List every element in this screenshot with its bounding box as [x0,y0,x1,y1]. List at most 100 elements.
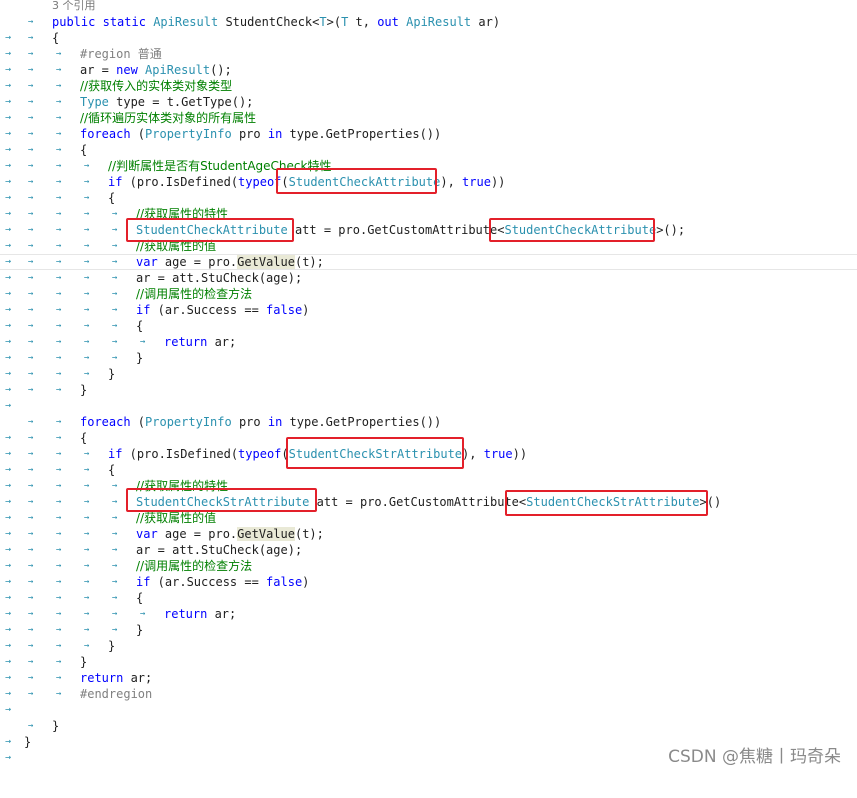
whitespace-arrow-icon: → [28,353,34,363]
code-text: if (ar.Success == false) [136,575,310,589]
annotation-box-typeof-attribute [276,168,437,194]
whitespace-arrow-icon: → [112,305,118,315]
region-directive[interactable]: #region 普通 [80,46,162,62]
whitespace-arrow-icon: → [84,337,90,347]
code-line: → → → → → if (ar.Success == false) [0,574,857,603]
code-text: public static ApiResult StudentCheck<T>(… [52,15,501,29]
whitespace-arrow-icon: → [28,161,34,171]
code-comment: //调用属性的检查方法 [136,559,253,573]
endregion-directive[interactable]: #endregion [80,686,152,702]
code-text: } [80,383,88,397]
code-line: → → → foreach (PropertyInfo pro in type.… [0,414,857,443]
code-text: { [52,31,60,45]
whitespace-arrow-icon: → [140,337,146,347]
whitespace-arrow-icon: → [112,529,118,539]
whitespace-arrow-icon: → [28,193,34,203]
whitespace-arrow-icon: → [28,289,34,299]
whitespace-arrow-icon: → [56,625,62,635]
whitespace-arrow-icon: → [28,49,34,59]
code-line: → → → → → //调用属性的检查方法 [0,558,857,587]
whitespace-arrow-icon: → [28,321,34,331]
whitespace-arrow-icon: → [56,433,62,443]
whitespace-arrow-icon: → [56,305,62,315]
whitespace-arrow-icon: → [84,593,90,603]
whitespace-arrow-icon: → [84,529,90,539]
code-text: foreach (PropertyInfo pro in type.GetPro… [80,415,442,429]
whitespace-arrow-icon: → [84,161,90,171]
whitespace-arrow-icon: → [56,385,62,395]
code-line: → → → } [0,654,857,683]
whitespace-arrow-icon: → [56,273,62,283]
reference-count[interactable]: 3 个引用 [52,0,96,14]
whitespace-arrow-icon: → [84,353,90,363]
whitespace-arrow-icon: → [28,113,34,123]
whitespace-arrow-icon: → [56,481,62,491]
whitespace-arrow-icon: → [56,449,62,459]
code-text: } [136,623,144,637]
code-comment: //获取传入的实体类对象类型 [80,79,233,93]
whitespace-arrow-icon: → [112,625,118,635]
whitespace-arrow-icon: → [28,625,34,635]
code-text: { [136,591,144,605]
code-line: → → → foreach (PropertyInfo pro in type.… [0,126,857,155]
whitespace-arrow-icon: → [28,417,34,427]
whitespace-arrow-icon: → [56,529,62,539]
whitespace-arrow-icon: → [84,497,90,507]
code-text: Type type = t.GetType(); [80,95,254,109]
reference-count-line: 3 个引用 [0,0,857,14]
whitespace-arrow-icon: → [56,369,62,379]
whitespace-arrow-icon: → [56,209,62,219]
code-text: if (ar.Success == false) [136,303,310,317]
whitespace-arrow-icon: → [28,305,34,315]
code-line: → → } [0,718,857,747]
code-text: return ar; [164,335,237,349]
code-line: → → → → → ar = att.StuCheck(age); [0,270,857,299]
code-text: ar = new ApiResult(); [80,63,232,77]
annotation-box-str-attribute-type [126,488,317,512]
code-line: → → → //循环遍历实体类对象的所有属性 [0,110,857,139]
whitespace-arrow-icon: → [84,273,90,283]
code-text: var age = pro.GetValue(t); [136,255,324,269]
whitespace-arrow-icon: → [56,577,62,587]
whitespace-arrow-icon: → [140,609,146,619]
whitespace-arrow-icon: → [112,481,118,491]
code-line: → → → #endregion [0,686,857,715]
whitespace-arrow-icon: → [28,257,34,267]
whitespace-arrow-icon: → [84,225,90,235]
code-line: → → → #region 普通 [0,46,857,75]
whitespace-arrow-icon: → [112,241,118,251]
whitespace-arrow-icon: → [28,465,34,475]
whitespace-arrow-icon: → [28,545,34,555]
whitespace-arrow-icon: → [28,385,34,395]
whitespace-arrow-icon: → [28,129,34,139]
whitespace-arrow-icon: → [84,561,90,571]
whitespace-arrow-icon: → [112,609,118,619]
csdn-watermark: CSDN @焦糖丨玛奇朵 [668,747,841,767]
whitespace-arrow-icon: → [28,337,34,347]
code-line: → → → } [0,382,857,411]
code-comment: //循环遍历实体类对象的所有属性 [80,111,257,125]
whitespace-arrow-icon: → [56,177,62,187]
whitespace-arrow-icon: → [112,353,118,363]
whitespace-arrow-icon: → [56,129,62,139]
whitespace-arrow-icon: → [84,481,90,491]
whitespace-arrow-icon: → [84,577,90,587]
whitespace-arrow-icon: → [28,209,34,219]
code-text: { [108,463,116,477]
whitespace-arrow-icon: → [84,257,90,267]
whitespace-arrow-icon: → [28,369,34,379]
code-editor[interactable]: 3 个引用 → → public static ApiResult Studen… [0,0,857,777]
code-line: → → → → → var age = pro.GetValue(t); [0,526,857,555]
annotation-box-generic-str-attribute [505,490,708,516]
whitespace-arrow-icon: → [84,177,90,187]
whitespace-arrow-icon: → [112,289,118,299]
whitespace-arrow-icon: → [56,321,62,331]
whitespace-arrow-icon: → [28,529,34,539]
whitespace-arrow-icon: → [28,497,34,507]
whitespace-arrow-icon: → [56,113,62,123]
code-line: → → → → → //调用属性的检查方法 [0,286,857,315]
whitespace-arrow-icon: → [56,257,62,267]
whitespace-arrow-icon: → [28,449,34,459]
whitespace-arrow-icon: → [112,209,118,219]
